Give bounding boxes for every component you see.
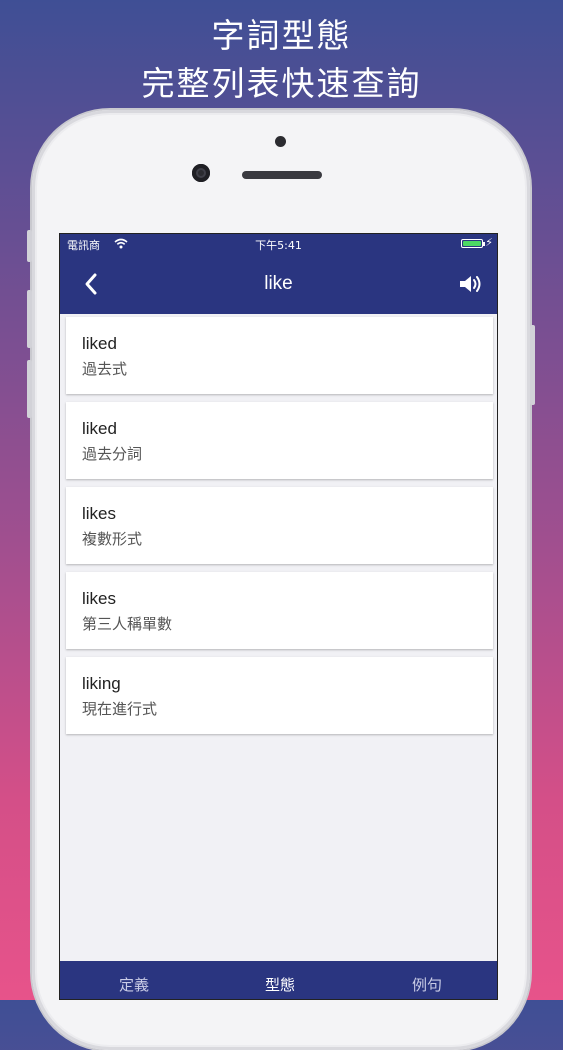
- proximity-sensor: [275, 136, 286, 147]
- speaker-icon[interactable]: [457, 272, 483, 296]
- form-label: 現在進行式: [82, 700, 158, 718]
- word-form: likes: [82, 504, 117, 523]
- power-button: [530, 325, 535, 405]
- front-camera: [192, 164, 210, 182]
- list-item[interactable]: liked 過去分詞: [66, 402, 493, 479]
- tab-definition[interactable]: 定義: [84, 974, 184, 995]
- list-item[interactable]: likes 複數形式: [66, 487, 493, 564]
- tab-forms[interactable]: 型態: [230, 974, 330, 995]
- volume-up-button: [27, 290, 32, 348]
- promo-headline-line2: 完整列表快速查詢: [141, 64, 422, 103]
- status-bar: 電訊商 下午5:41 ⚡: [60, 234, 497, 254]
- tab-examples[interactable]: 例句: [377, 974, 477, 995]
- list-item[interactable]: likes 第三人稱單數: [66, 572, 493, 649]
- form-label: 過去分詞: [82, 445, 143, 463]
- app-screen: 電訊商 下午5:41 ⚡ like liked 過去式 liked 過去分詞 l…: [59, 233, 498, 1000]
- word-form: likes: [82, 589, 117, 608]
- mute-switch: [27, 230, 32, 262]
- tab-bar: 定義 型態 例句: [60, 961, 497, 999]
- list-item[interactable]: liked 過去式: [66, 317, 493, 394]
- nav-bar: like: [60, 254, 497, 314]
- page-title: like: [264, 273, 293, 294]
- earpiece-speaker: [242, 171, 322, 179]
- status-time: 下午5:41: [255, 239, 302, 252]
- charging-icon: ⚡: [485, 236, 493, 249]
- form-label: 複數形式: [82, 530, 143, 548]
- word-form: liking: [82, 674, 121, 693]
- list-item[interactable]: liking 現在進行式: [66, 657, 493, 734]
- promo-headline-line1: 字詞型態: [211, 16, 352, 55]
- word-form: liked: [82, 334, 117, 353]
- form-label: 第三人稱單數: [82, 615, 173, 633]
- battery-icon: [461, 239, 485, 248]
- volume-down-button: [27, 360, 32, 418]
- word-form: liked: [82, 419, 117, 438]
- word-forms-list: liked 過去式 liked 過去分詞 likes 複數形式 likes 第三…: [66, 317, 493, 742]
- form-label: 過去式: [82, 360, 128, 378]
